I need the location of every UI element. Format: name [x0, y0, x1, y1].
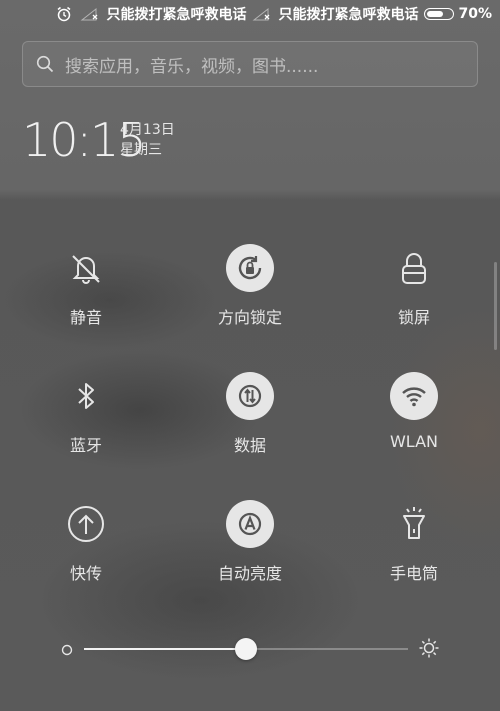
toggle-bluetooth[interactable]: 蓝牙 [6, 372, 166, 482]
scrollbar[interactable] [494, 262, 497, 350]
alarm-icon [54, 6, 74, 22]
carrier-text: 只能拨打紧急呼救电话 [278, 7, 419, 23]
toggle-rotation-lock[interactable]: 方向锁定 [170, 244, 330, 354]
search-icon [35, 54, 55, 74]
toggle-label: 蓝牙 [69, 436, 102, 455]
lock-icon [390, 244, 438, 292]
toggle-label: WLAN [389, 432, 438, 451]
toggle-mobile-data[interactable]: 数据 [170, 372, 330, 482]
carrier-text: 只能拨打紧急呼救电话 [106, 7, 247, 23]
toggle-label: 手电筒 [389, 564, 438, 583]
bluetooth-icon [62, 372, 110, 420]
battery-indicator: 70% [424, 6, 492, 22]
brightness-fill [84, 648, 246, 650]
toggle-quick-transfer[interactable]: 快传 [6, 500, 166, 610]
toggle-auto-brightness[interactable]: 自动亮度 [170, 500, 330, 610]
date-text: 4月13日 [120, 122, 175, 138]
battery-percent: 70% [458, 6, 492, 22]
toggle-label: 锁屏 [397, 308, 430, 327]
brightness-slider[interactable] [0, 630, 500, 670]
toggle-label: 快传 [69, 564, 102, 583]
search-placeholder: 搜索应用，音乐，视频，图书...... [65, 56, 319, 77]
bell-off-icon [62, 244, 110, 292]
toggle-label: 数据 [233, 436, 266, 455]
toggle-silent[interactable]: 静音 [6, 244, 166, 354]
date-block[interactable]: 4月13日 星期三 [120, 120, 175, 160]
battery-icon [424, 8, 455, 20]
status-bar: 只能拨打紧急呼救电话 只能拨打紧急呼救电话 70% [0, 0, 500, 28]
auto-brightness-icon [226, 500, 274, 548]
toggle-lock-screen[interactable]: 锁屏 [334, 244, 494, 354]
toggle-label: 静音 [69, 308, 102, 327]
toggle-label: 方向锁定 [217, 308, 282, 327]
mobile-data-icon [226, 372, 274, 420]
weekday-text: 星期三 [120, 142, 162, 158]
toggle-wlan[interactable]: WLAN [334, 372, 494, 482]
wifi-icon [390, 372, 438, 420]
brightness-thumb[interactable] [235, 638, 257, 660]
brightness-low-icon [60, 642, 74, 661]
toggle-label: 自动亮度 [217, 564, 282, 583]
signal-none-icon [252, 7, 272, 21]
rotation-lock-icon [226, 244, 274, 292]
brightness-high-icon [418, 637, 440, 663]
flashlight-icon [390, 500, 438, 548]
quick-transfer-icon [62, 500, 110, 548]
signal-none-icon [80, 7, 100, 21]
search-bar[interactable]: 搜索应用，音乐，视频，图书...... [22, 41, 478, 87]
toggle-flashlight[interactable]: 手电筒 [334, 500, 494, 610]
